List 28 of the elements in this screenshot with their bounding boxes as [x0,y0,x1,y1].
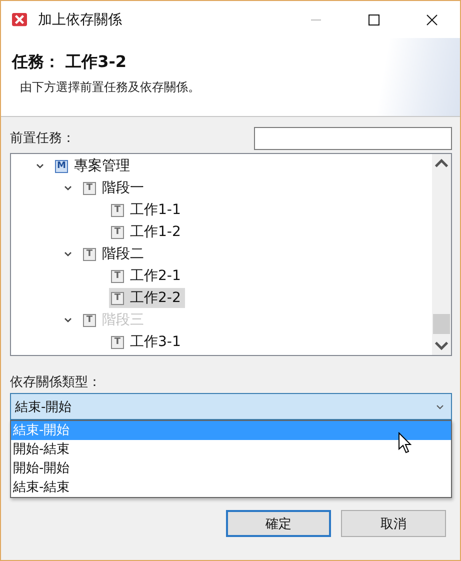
ok-button[interactable]: 確定 [226,510,331,537]
tree-item[interactable]: M 專案管理 [53,156,134,176]
scrollbar[interactable] [432,154,451,355]
tree-item[interactable]: T 階段二 [81,244,148,264]
tree-item[interactable]: T 工作1-2 [109,222,185,242]
dropdown-option[interactable]: 開始-開始 [11,459,451,478]
cancel-button[interactable]: 取消 [341,510,446,537]
task-title: 任務： 工作3-2 [12,52,128,73]
close-icon[interactable] [426,14,438,26]
tree-item[interactable]: T 工作1-1 [109,200,185,220]
chevron-down-icon[interactable] [63,249,73,259]
dependency-type-label: 依存關係類型： [10,374,102,391]
dropdown-option[interactable]: 結束-結束 [11,478,451,497]
tree-item[interactable]: T 工作2-2 [109,288,185,308]
mouse-pointer-icon [398,432,412,454]
scroll-thumb[interactable] [433,314,450,334]
tree-item[interactable]: T 階段一 [81,178,148,198]
dependency-type-dropdown[interactable]: 結束-開始 [10,393,452,420]
instruction-text: 由下方選擇前置任務及依存關係。 [20,79,201,96]
predecessor-label: 前置任務： [10,130,75,147]
maximize-icon[interactable] [368,14,380,26]
app-logo-icon [11,12,28,27]
chevron-down-icon[interactable] [63,183,73,193]
dropdown-option[interactable]: 開始-結束 [11,440,451,459]
tree-item[interactable]: T 工作2-1 [109,266,185,286]
filter-field[interactable] [254,126,452,150]
window-title: 加上依存關係 [38,10,122,28]
chevron-down-icon[interactable] [35,161,45,171]
